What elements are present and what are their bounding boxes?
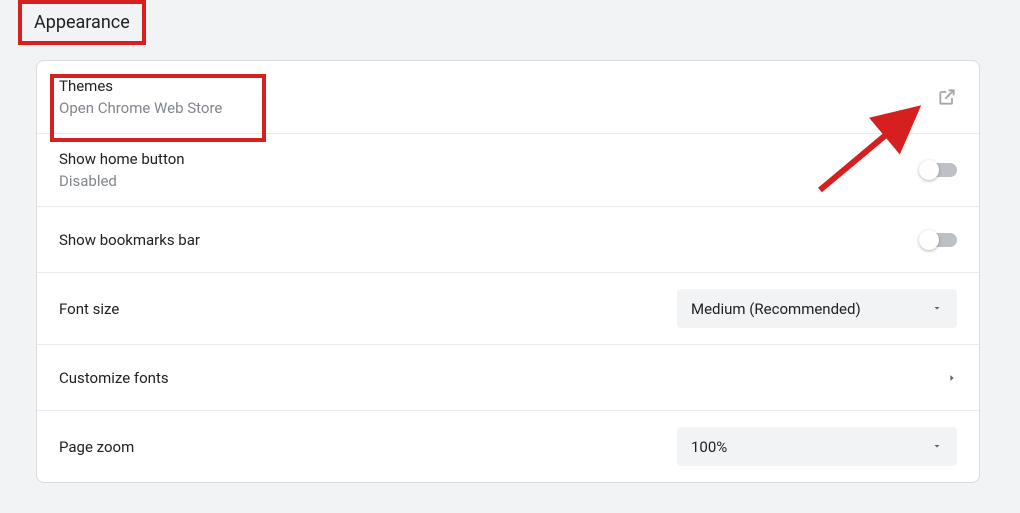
customize-fonts-title: Customize fonts [59,369,169,387]
home-button-row: Show home button Disabled [37,134,979,207]
font-size-selected: Medium (Recommended) [691,300,861,318]
page-zoom-title: Page zoom [59,438,134,456]
font-size-row: Font size Medium (Recommended) [37,273,979,345]
section-title: Appearance [34,12,130,33]
dropdown-arrow-icon [931,299,943,318]
dropdown-arrow-icon [931,437,943,456]
home-button-text: Show home button Disabled [59,150,185,190]
external-link-icon[interactable] [937,87,957,107]
font-size-select[interactable]: Medium (Recommended) [677,289,957,328]
themes-row[interactable]: Themes Open Chrome Web Store [37,61,979,134]
home-button-title: Show home button [59,150,185,168]
customize-fonts-text: Customize fonts [59,369,169,387]
themes-subtitle: Open Chrome Web Store [59,99,222,117]
page-zoom-text: Page zoom [59,438,134,456]
page-zoom-selected: 100% [691,438,727,456]
home-button-toggle[interactable] [921,163,957,177]
bookmarks-title: Show bookmarks bar [59,231,200,249]
home-button-subtitle: Disabled [59,172,185,190]
toggle-knob [919,230,939,250]
font-size-title: Font size [59,300,119,318]
appearance-card: Themes Open Chrome Web Store Show home b… [36,60,980,483]
page-zoom-select[interactable]: 100% [677,427,957,466]
themes-text: Themes Open Chrome Web Store [59,77,222,117]
bookmarks-row: Show bookmarks bar [37,207,979,273]
bookmarks-toggle[interactable] [921,233,957,247]
section-header: Appearance [18,0,146,45]
font-size-text: Font size [59,300,119,318]
themes-title: Themes [59,77,222,95]
toggle-knob [919,160,939,180]
customize-fonts-row[interactable]: Customize fonts [37,345,979,411]
chevron-right-icon [947,368,957,387]
page-zoom-row: Page zoom 100% [37,411,979,482]
bookmarks-text: Show bookmarks bar [59,231,200,249]
